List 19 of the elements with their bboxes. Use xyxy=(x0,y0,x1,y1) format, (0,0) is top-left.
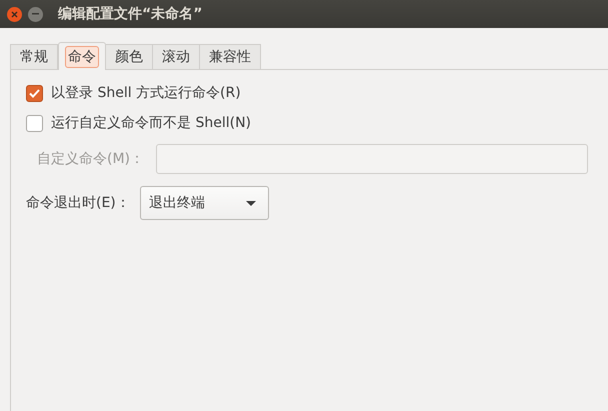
window-title: 编辑配置文件“未命名” xyxy=(58,5,202,23)
close-button[interactable] xyxy=(7,6,22,22)
caret-icon xyxy=(246,200,256,206)
field-label: 命令退出时(E)： xyxy=(26,194,130,212)
minimize-button[interactable] xyxy=(28,6,43,22)
checkbox-label: 以登录 Shell 方式运行命令(R) xyxy=(51,84,241,102)
tab[interactable]: 兼容性 xyxy=(200,44,261,70)
exit-action-dropdown[interactable]: 退出终端 xyxy=(140,186,269,220)
checkbox[interactable] xyxy=(26,84,43,102)
tab[interactable]: 滚动 xyxy=(153,44,200,70)
minimize-icon xyxy=(32,13,39,15)
tab[interactable]: 常规 xyxy=(10,44,58,70)
close-icon xyxy=(11,10,18,18)
checkbox[interactable] xyxy=(26,114,43,132)
tab[interactable]: 颜色 xyxy=(106,44,153,70)
checkmark-icon xyxy=(29,88,40,98)
field-label: 自定义命令(M)： xyxy=(37,150,144,168)
checkbox-label: 运行自定义命令而不是 Shell(N) xyxy=(51,114,251,132)
tab[interactable]: 命令 xyxy=(58,42,106,70)
